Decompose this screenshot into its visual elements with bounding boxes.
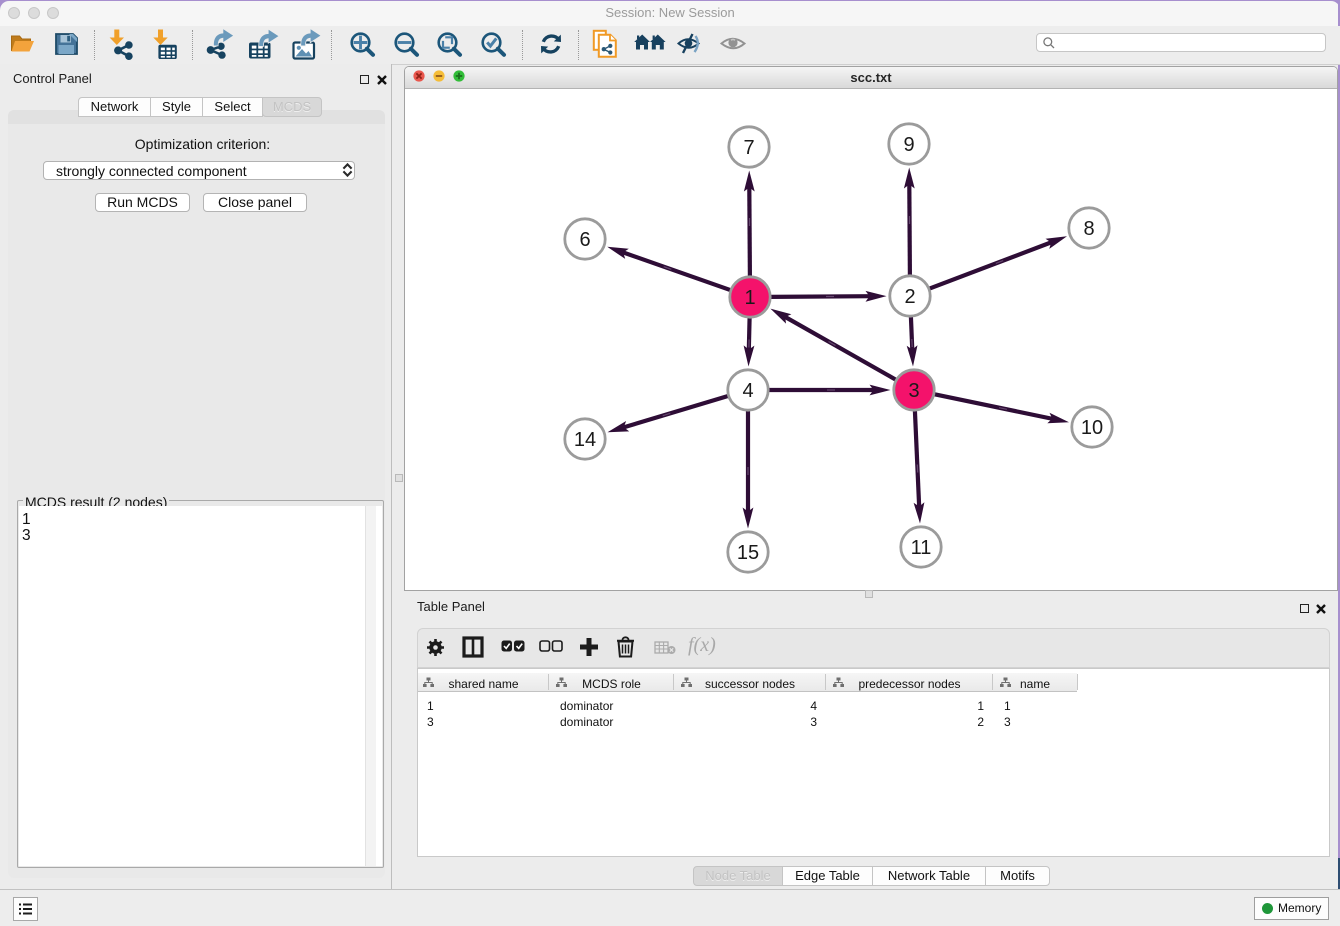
svg-text:2: 2 xyxy=(904,286,915,308)
svg-text:15: 15 xyxy=(737,542,759,564)
svg-text:4: 4 xyxy=(742,380,753,402)
svg-text:14: 14 xyxy=(574,429,596,451)
svg-text:6: 6 xyxy=(579,229,590,251)
svg-text:8: 8 xyxy=(1083,218,1094,240)
svg-text:7: 7 xyxy=(743,137,754,159)
svg-text:9: 9 xyxy=(903,134,914,156)
svg-text:3: 3 xyxy=(908,380,919,402)
svg-text:1: 1 xyxy=(744,287,755,309)
svg-text:11: 11 xyxy=(911,537,932,559)
svg-text:10: 10 xyxy=(1081,417,1103,439)
